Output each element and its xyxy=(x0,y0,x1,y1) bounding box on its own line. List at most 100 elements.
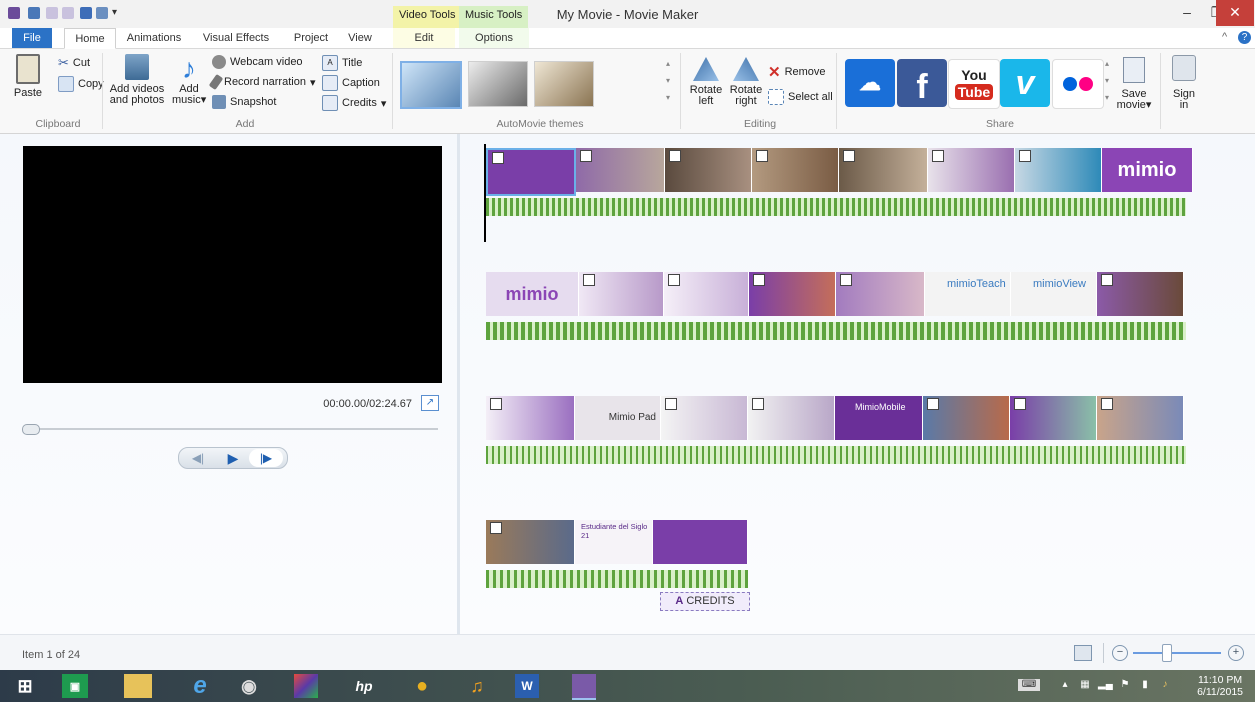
clip-thumbnail[interactable] xyxy=(1010,396,1097,440)
file-explorer-icon[interactable] xyxy=(124,674,152,698)
collapse-ribbon-icon[interactable]: ^ xyxy=(1222,31,1227,43)
paste-button[interactable]: Paste xyxy=(10,54,46,99)
clip-thumbnail[interactable] xyxy=(579,272,664,316)
play-button[interactable]: ▶ xyxy=(216,449,250,467)
rotate-left-button[interactable]: Rotate left xyxy=(688,57,724,107)
remove-button[interactable]: ✕ Remove xyxy=(768,63,826,81)
zoom-slider-track[interactable] xyxy=(1133,652,1221,654)
audio-waveform[interactable] xyxy=(486,446,1186,464)
close-button[interactable]: ✕ xyxy=(1216,0,1254,26)
hp-icon[interactable]: hp xyxy=(347,674,381,698)
audio-waveform[interactable] xyxy=(486,322,1186,340)
clip-thumbnail[interactable] xyxy=(1015,148,1102,192)
tab-file[interactable]: File xyxy=(12,28,52,48)
flag-icon[interactable]: ⚑ xyxy=(1118,679,1132,691)
windows-start-icon[interactable]: ⊞ xyxy=(8,674,42,698)
seek-thumb[interactable] xyxy=(22,424,40,435)
pane-splitter[interactable] xyxy=(457,134,460,634)
next-frame-button[interactable]: |▶ xyxy=(249,449,283,467)
clip-thumbnail[interactable] xyxy=(486,396,575,440)
keyboard-icon[interactable]: ⌨ xyxy=(1018,679,1040,691)
volume-icon[interactable]: ♪ xyxy=(1158,679,1172,691)
tab-options[interactable]: Options xyxy=(459,28,529,48)
clip-thumbnail[interactable] xyxy=(749,272,836,316)
store-icon[interactable]: ▣ xyxy=(62,674,88,698)
tab-edit[interactable]: Edit xyxy=(393,28,455,48)
internet-explorer-icon[interactable]: e xyxy=(183,672,217,699)
caption-button[interactable]: Caption xyxy=(322,75,380,91)
system-clock[interactable]: 11:10 PM 6/11/2015 xyxy=(1197,674,1243,698)
credits-button[interactable]: Credits ▾ xyxy=(322,95,386,111)
clip-thumbnail[interactable] xyxy=(748,396,835,440)
tab-home[interactable]: Home xyxy=(64,28,116,49)
zoom-in-button[interactable]: + xyxy=(1228,645,1244,661)
add-videos-and-photos-button[interactable]: Add videos and photos xyxy=(105,54,169,106)
tab-visual-effects[interactable]: Visual Effects xyxy=(196,28,276,48)
word-icon[interactable]: W xyxy=(515,674,539,698)
webcam-video-button[interactable]: Webcam video xyxy=(212,55,303,69)
clip-thumbnail-credits-background[interactable] xyxy=(653,520,748,564)
photo-app-icon[interactable] xyxy=(294,674,318,698)
clip-thumbnail-mimioteach[interactable]: mimioTeach xyxy=(925,272,1011,316)
playhead-cursor[interactable] xyxy=(484,144,486,242)
clip-thumbnail[interactable] xyxy=(664,272,749,316)
battery-icon[interactable]: ▮ xyxy=(1138,679,1152,691)
add-music-button[interactable]: ♪ Add music▾ xyxy=(172,54,206,106)
cut-button[interactable]: ✂ Cut xyxy=(58,55,90,71)
clip-thumbnail-mimio-logo[interactable]: mimio xyxy=(1102,148,1193,192)
help-icon[interactable]: ? xyxy=(1238,31,1251,44)
title-button[interactable]: A Title xyxy=(322,55,362,71)
clip-thumbnail-mimiomobile[interactable]: MimioMobile xyxy=(835,396,923,440)
clip-thumbnail[interactable] xyxy=(1097,396,1184,440)
theme-cinematic[interactable] xyxy=(468,61,528,107)
clip-thumbnail[interactable] xyxy=(928,148,1015,192)
flickr-share-button[interactable] xyxy=(1052,59,1104,109)
clip-thumbnail[interactable] xyxy=(661,396,748,440)
record-narration-button[interactable]: Record narration ▾ xyxy=(208,73,315,91)
clip-thumbnail-mimioview[interactable]: mimioView xyxy=(1011,272,1097,316)
clip-thumbnail[interactable] xyxy=(486,148,576,196)
save-movie-button[interactable]: Save movie▾ xyxy=(1116,57,1152,111)
clip-thumbnail-mimiopad[interactable]: Mimio Pad xyxy=(575,396,661,440)
audio-waveform[interactable] xyxy=(486,570,748,588)
tab-view[interactable]: View xyxy=(340,28,380,48)
audio-waveform[interactable] xyxy=(486,198,1186,216)
vimeo-share-button[interactable]: v xyxy=(1000,59,1050,107)
chrome-icon[interactable]: ● xyxy=(405,674,439,698)
previous-frame-button[interactable]: ◀| xyxy=(181,449,215,467)
clip-thumbnail[interactable] xyxy=(752,148,839,192)
sign-in-button[interactable]: Sign in xyxy=(1166,55,1202,111)
clip-thumbnail[interactable] xyxy=(486,520,575,564)
zoom-slider-thumb[interactable] xyxy=(1162,644,1172,662)
zoom-out-button[interactable]: − xyxy=(1112,645,1128,661)
seek-bar[interactable] xyxy=(24,428,438,430)
preview-monitor[interactable] xyxy=(23,146,442,383)
snapshot-button[interactable]: Snapshot xyxy=(212,95,276,109)
webcam-app-icon[interactable]: ◉ xyxy=(232,674,266,698)
signal-icon[interactable]: ▂▄ xyxy=(1098,679,1113,691)
share-scroll-icon[interactable]: ▴ ▾ ▾ xyxy=(1102,55,1112,107)
clip-thumbnail[interactable] xyxy=(576,148,665,192)
clip-thumbnail-mimio-logo[interactable]: mimio xyxy=(486,272,579,316)
themes-scroll-icon[interactable]: ▴ ▾ ▾ xyxy=(663,55,673,107)
storyboard-view-icon[interactable] xyxy=(1074,645,1092,661)
theme-contemporary[interactable] xyxy=(400,61,462,109)
clip-thumbnail[interactable] xyxy=(839,148,928,192)
copy-button[interactable]: Copy xyxy=(58,76,104,92)
movie-maker-taskbar-icon[interactable] xyxy=(572,674,596,700)
show-hidden-icons-chevron[interactable]: ▴ xyxy=(1058,679,1072,691)
clip-thumbnail[interactable] xyxy=(1097,272,1184,316)
theme-sepia[interactable] xyxy=(534,61,594,107)
clip-thumbnail-estudiante[interactable]: Estudiante del Siglo 21 xyxy=(575,520,653,564)
clip-thumbnail[interactable] xyxy=(836,272,925,316)
onedrive-share-button[interactable]: ☁ xyxy=(845,59,895,107)
headphones-app-icon[interactable]: ♫ xyxy=(460,674,494,698)
network-icon[interactable]: ▦ xyxy=(1078,679,1092,691)
rotate-right-button[interactable]: Rotate right xyxy=(728,57,764,107)
tab-animations[interactable]: Animations xyxy=(120,28,188,48)
clip-thumbnail[interactable] xyxy=(665,148,752,192)
select-all-button[interactable]: Select all xyxy=(768,89,833,105)
facebook-share-button[interactable]: f xyxy=(897,59,947,107)
credits-caption-item[interactable]: A CREDITS xyxy=(660,592,750,611)
clip-thumbnail[interactable] xyxy=(923,396,1010,440)
